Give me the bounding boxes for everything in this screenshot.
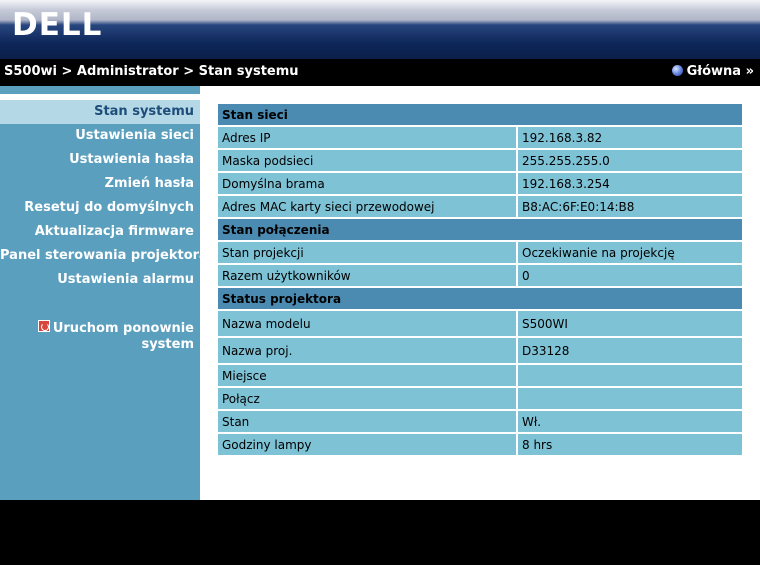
row-label: Maska podsieci bbox=[218, 150, 518, 173]
row-label: Godziny lampy bbox=[218, 434, 518, 457]
sidebar-item-password-settings[interactable]: Ustawienia hasła bbox=[0, 148, 200, 172]
sidebar-item-firmware-update[interactable]: Aktualizacja firmware bbox=[0, 220, 200, 244]
row-label: Miejsce bbox=[218, 365, 518, 388]
row-value: D33128 bbox=[518, 338, 742, 365]
table-row: Domyślna brama 192.168.3.254 bbox=[218, 173, 742, 196]
row-value: 0 bbox=[518, 265, 742, 288]
row-label: Nazwa proj. bbox=[218, 338, 518, 365]
home-bullet-icon bbox=[671, 65, 683, 76]
section-title-connection: Stan połączenia bbox=[218, 219, 742, 242]
sidebar: Stan systemu Ustawienia sieci Ustawienia… bbox=[0, 86, 208, 500]
row-value: 192.168.3.254 bbox=[518, 173, 742, 196]
row-value: B8:AC:6F:E0:14:B8 bbox=[518, 196, 742, 219]
row-value: 8 hrs bbox=[518, 434, 742, 457]
dell-logo: DELL bbox=[12, 7, 102, 42]
section-title-projector: Status projektora bbox=[218, 288, 742, 311]
table-row: Adres MAC karty sieci przewodowej B8:AC:6… bbox=[218, 196, 742, 219]
table-row: Stan Wł. bbox=[218, 411, 742, 434]
section-header: Status projektora bbox=[218, 288, 742, 311]
row-label: Razem użytkowników bbox=[218, 265, 518, 288]
table-row: Razem użytkowników 0 bbox=[218, 265, 742, 288]
table-row: Maska podsieci 255.255.255.0 bbox=[218, 150, 742, 173]
sidebar-item-projector-control-panel[interactable]: Panel sterowania projektora bbox=[0, 244, 208, 268]
row-value: Wł. bbox=[518, 411, 742, 434]
row-value: 255.255.255.0 bbox=[518, 150, 742, 173]
reboot-system-link[interactable]: Uruchom ponownie system bbox=[0, 320, 200, 353]
table-row: Godziny lampy 8 hrs bbox=[218, 434, 742, 457]
reboot-label-line2: system bbox=[141, 337, 194, 352]
row-value bbox=[518, 365, 742, 388]
table-row: Nazwa modelu S500WI bbox=[218, 311, 742, 338]
row-label: Adres IP bbox=[218, 127, 518, 150]
row-value: S500WI bbox=[518, 311, 742, 338]
table-row: Połącz bbox=[218, 388, 742, 411]
row-label: Adres MAC karty sieci przewodowej bbox=[218, 196, 518, 219]
reboot-label-line1: Uruchom ponownie bbox=[52, 321, 194, 336]
sidebar-item-alarm-settings[interactable]: Ustawienia alarmu bbox=[0, 268, 200, 292]
section-header: Stan połączenia bbox=[218, 219, 742, 242]
row-value: 192.168.3.82 bbox=[518, 127, 742, 150]
row-label: Połącz bbox=[218, 388, 518, 411]
table-row: Adres IP 192.168.3.82 bbox=[218, 127, 742, 150]
navigation-bar: S500wi > Administrator > Stan systemu Gł… bbox=[0, 59, 760, 86]
row-label: Domyślna brama bbox=[218, 173, 518, 196]
table-row: Miejsce bbox=[218, 365, 742, 388]
power-icon bbox=[37, 320, 50, 332]
breadcrumb: S500wi > Administrator > Stan systemu bbox=[4, 64, 299, 79]
sidebar-item-system-status[interactable]: Stan systemu bbox=[0, 100, 200, 124]
table-row: Stan projekcji Oczekiwanie na projekcję bbox=[218, 242, 742, 265]
svg-text:DELL: DELL bbox=[12, 7, 102, 42]
row-value bbox=[518, 388, 742, 411]
row-value: Oczekiwanie na projekcję bbox=[518, 242, 742, 265]
section-header: Stan sieci bbox=[218, 104, 742, 127]
sidebar-item-network-settings[interactable]: Ustawienia sieci bbox=[0, 124, 200, 148]
home-link-label: Główna » bbox=[686, 64, 754, 79]
row-label: Stan projekcji bbox=[218, 242, 518, 265]
section-title-network: Stan sieci bbox=[218, 104, 742, 127]
home-link[interactable]: Główna » bbox=[671, 64, 754, 79]
status-table: Stan sieci Adres IP 192.168.3.82 Maska po… bbox=[218, 104, 742, 457]
table-row: Nazwa proj. D33128 bbox=[218, 338, 742, 365]
sidebar-item-change-password[interactable]: Zmień hasła bbox=[0, 172, 200, 196]
sidebar-item-reset-defaults[interactable]: Resetuj do domyślnych bbox=[0, 196, 200, 220]
header-banner: DELL bbox=[0, 0, 760, 59]
row-label: Nazwa modelu bbox=[218, 311, 518, 338]
row-label: Stan bbox=[218, 411, 518, 434]
